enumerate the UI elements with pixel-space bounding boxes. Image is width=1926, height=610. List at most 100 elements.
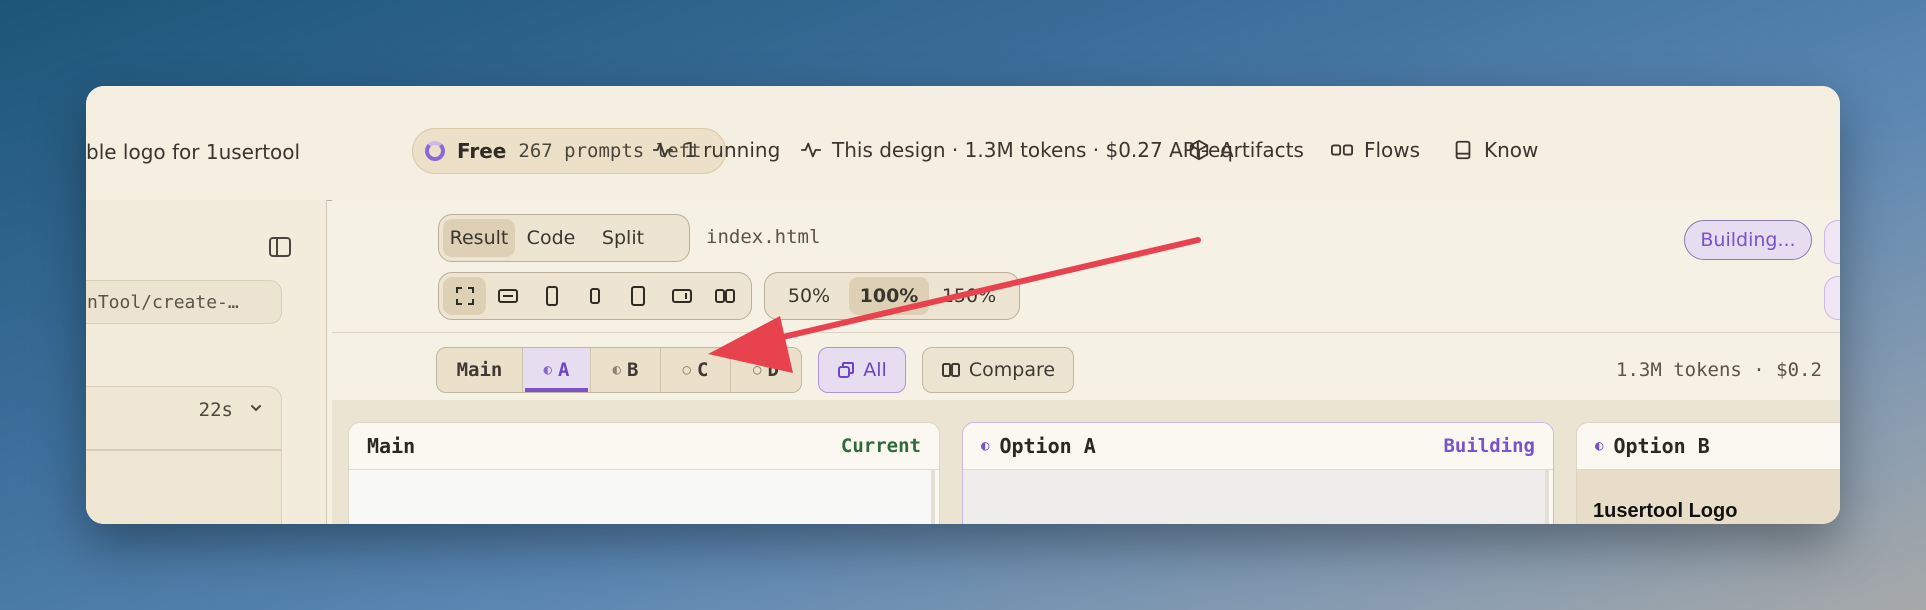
comparison-canvas: Main Current ◐ Option A Building ◐ Optio… (332, 400, 1840, 524)
knowledge-button[interactable]: Know (1452, 138, 1538, 162)
show-all-button[interactable]: All (818, 347, 906, 393)
chevron-down-icon[interactable] (249, 401, 263, 415)
token-usage-summary: 1.3M tokens · $0.2 (1616, 359, 1822, 381)
option-card-a[interactable]: ◐ Option A Building (962, 422, 1554, 524)
branch-tab-label: B (626, 359, 639, 381)
artifacts-label: Artifacts (1220, 138, 1304, 162)
running-indicator[interactable]: 1 running (652, 138, 780, 162)
divider (86, 449, 281, 451)
artifacts-button[interactable]: Artifacts (1188, 138, 1304, 162)
branch-tab-label: Main (456, 359, 503, 381)
activity-icon (800, 142, 822, 158)
card-title-text: Option B (1613, 434, 1710, 458)
branch-tab-a[interactable]: ◐ A (523, 348, 591, 392)
top-bar: ble logo for 1usertool Free 267 prompts … (86, 86, 1840, 201)
show-all-label: All (863, 359, 887, 381)
tab-code[interactable]: Code (515, 219, 587, 257)
tablet-landscape-icon (671, 289, 692, 303)
file-name[interactable]: index.html (706, 226, 820, 248)
card-preview (963, 470, 1553, 524)
branch-tab-label: C (696, 359, 709, 381)
card-preview (349, 470, 939, 524)
option-card-main[interactable]: Main Current (348, 422, 940, 524)
half-circle-icon: ◐ (981, 438, 990, 454)
card-header: ◐ Option B (1577, 423, 1840, 470)
preview-frame (349, 470, 935, 524)
phone-icon (545, 286, 558, 306)
plan-name: Free (457, 139, 507, 163)
card-title-text: Option A (999, 434, 1096, 458)
phone-small-button[interactable] (573, 277, 616, 315)
design-stats-label: This design · 1.3M tokens · $0.27 API-eq (832, 138, 1233, 162)
run-duration: 22s (198, 399, 233, 421)
tablet-icon (631, 286, 646, 306)
card-preview: 1usertool Logo (1577, 470, 1840, 524)
compare-icon (941, 363, 960, 377)
tab-result[interactable]: Result (443, 219, 515, 257)
zoom-switcher: 50% 100% 150% (764, 272, 1020, 320)
design-stats[interactable]: This design · 1.3M tokens · $0.27 API-eq (800, 138, 1233, 162)
card-status: Current (840, 435, 921, 457)
phone-small-icon (589, 288, 600, 304)
branch-tab-d[interactable]: ○ D (731, 348, 801, 392)
option-card-b[interactable]: ◐ Option B 1usertool Logo (1576, 422, 1840, 524)
zoom-50[interactable]: 50% (769, 277, 849, 315)
card-title: ◐ Option A (981, 434, 1096, 458)
usage-ring-icon (425, 141, 445, 161)
running-label: 1 running (684, 138, 781, 162)
dual-pane-button[interactable] (704, 277, 747, 315)
sidebar: nTool/create-… 22s (86, 200, 327, 524)
project-path-chip[interactable]: nTool/create-… (86, 280, 282, 324)
flows-button[interactable]: Flows (1330, 138, 1420, 162)
activity-icon (652, 142, 674, 158)
tab-split[interactable]: Split (587, 219, 659, 257)
phone-button[interactable] (530, 277, 573, 315)
card-title-text: Main (367, 434, 416, 458)
branch-tab-label: D (767, 359, 779, 381)
tablet-landscape-button[interactable] (660, 277, 703, 315)
branch-tabs: Main ◐ A ◐ B ○ C ○ D (436, 347, 802, 393)
cube-icon (1189, 139, 1209, 161)
project-title[interactable]: ble logo for 1usertool (86, 140, 300, 164)
view-mode-switcher: Result Code Split (438, 214, 690, 262)
book-icon (1455, 140, 1471, 160)
knowledge-label: Know (1484, 138, 1539, 162)
copy-icon (838, 362, 855, 378)
card-status: Building (1443, 435, 1535, 457)
share-button[interactable] (1824, 220, 1840, 264)
main-panel: Result Code Split index.html 50% 100% 15… (332, 200, 1840, 524)
app-window: ble logo for 1usertool Free 267 prompts … (86, 86, 1840, 524)
preview-logo-text: 1usertool Logo (1593, 500, 1738, 522)
compare-label: Compare (968, 359, 1056, 381)
card-header: ◐ Option A Building (963, 423, 1553, 470)
half-circle-icon: ◐ (612, 362, 621, 378)
flows-label: Flows (1364, 138, 1421, 162)
project-path: nTool/create-… (87, 291, 239, 313)
card-title: Main (367, 434, 415, 458)
sidebar-toggle-icon[interactable] (268, 236, 292, 258)
build-status-badge[interactable]: Building... (1684, 220, 1812, 260)
export-button[interactable] (1824, 276, 1840, 320)
flows-icon (1330, 144, 1353, 156)
half-circle-icon: ◐ (1595, 438, 1604, 454)
fullscreen-button[interactable] (443, 277, 487, 315)
branch-tab-b[interactable]: ◐ B (591, 348, 661, 392)
zoom-100[interactable]: 100% (849, 277, 929, 315)
tablet-button[interactable] (617, 277, 660, 315)
preview-frame (963, 470, 1549, 524)
card-title: ◐ Option B (1595, 434, 1710, 458)
fit-width-button[interactable] (486, 277, 529, 315)
compare-button[interactable]: Compare (922, 347, 1074, 393)
branch-tab-main[interactable]: Main (437, 348, 523, 392)
branch-bar: Main ◐ A ◐ B ○ C ○ D All Compare 1.3M to… (332, 332, 1840, 401)
card-header: Main Current (349, 423, 939, 470)
device-size-switcher (438, 272, 752, 320)
circle-outline-icon: ○ (682, 362, 691, 378)
half-circle-icon: ◐ (543, 362, 552, 378)
run-card[interactable]: 22s (86, 386, 282, 524)
branch-tab-c[interactable]: ○ C (661, 348, 731, 392)
fit-width-icon (498, 289, 519, 303)
circle-outline-icon: ○ (753, 362, 762, 378)
dual-pane-icon (715, 289, 736, 303)
zoom-150[interactable]: 150% (929, 277, 1009, 315)
